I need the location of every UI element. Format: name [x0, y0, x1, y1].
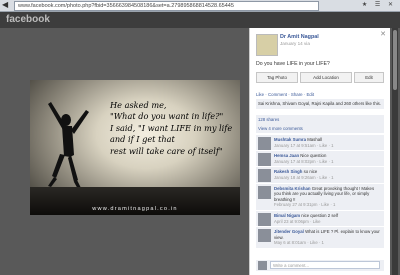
scrollbar[interactable]	[392, 28, 398, 275]
comment-time[interactable]: May 6 at 8:01am · Like · 1	[274, 240, 324, 245]
poster-name-link[interactable]: Dr Amit Nagpal	[280, 34, 319, 40]
photo-image[interactable]: He asked me, "What do you want in life?"…	[30, 80, 240, 215]
photo-caption: Do you have LIFE in your LIFE?	[256, 61, 330, 67]
comment-text: Mashall	[307, 137, 323, 142]
quote-line: "What do you want in life?"	[110, 111, 224, 122]
website-watermark: www.dramitnagpal.co.in	[92, 206, 178, 212]
avatar[interactable]	[258, 229, 271, 243]
comment-item: Rakesh Singh so nice January 18 at 9:26a…	[256, 166, 384, 183]
back-icon[interactable]: ◀	[2, 1, 10, 9]
avatar[interactable]	[258, 153, 271, 167]
post-date[interactable]: January 14 via	[280, 41, 310, 46]
add-location-button[interactable]: Add Location	[300, 72, 352, 83]
jumping-person-silhouette	[48, 102, 89, 191]
photo-side-panel: ✕ Dr Amit Nagpal January 14 via Do you h…	[249, 28, 390, 275]
comment-time[interactable]: January 17 at 8:02pm · Like · 1	[274, 159, 333, 164]
post-actions-links[interactable]: Like · Comment · Share · Edit	[256, 92, 314, 97]
commenter-name[interactable]: Mushtak Sumra	[274, 137, 306, 142]
edit-button[interactable]: Edit	[354, 72, 384, 83]
avatar	[258, 261, 267, 270]
quote-line: He asked me,	[110, 100, 167, 110]
facebook-header: facebook	[0, 12, 400, 28]
comment-time[interactable]: April 23 at 9:06pm · Like	[274, 219, 321, 224]
address-bar[interactable]: www.facebook.com/photo.php?fbid=35666398…	[14, 1, 319, 11]
avatar[interactable]	[258, 212, 271, 226]
avatar[interactable]	[258, 137, 271, 150]
quote-line: rest will take care of itself"	[110, 145, 223, 156]
commenter-name[interactable]: Rakesh Singh	[274, 169, 302, 174]
quote-line: I said, "I want LIFE in my life	[110, 122, 233, 133]
facebook-logo[interactable]: facebook	[6, 14, 50, 25]
commenter-name[interactable]: Hemsa Jaan	[274, 153, 299, 158]
comment-time[interactable]: February 27 at 9:31pm · Like · 1	[274, 202, 335, 207]
comment-item: Mushtak Sumra Mashall January 17 at 9:51…	[256, 134, 384, 151]
comment-text: so nice	[303, 169, 318, 175]
comment-time[interactable]: January 17 at 9:51am · Like · 1	[274, 143, 333, 148]
comment-item: Jitender Goyal What is LIFE ? Pl. explai…	[256, 226, 384, 248]
comment-item: Debsmita Krishan Great provoking thought…	[256, 182, 384, 210]
comment-text: Nice question	[300, 153, 327, 159]
quote-line: and if I get that	[110, 134, 175, 145]
browser-chrome: ◀ www.facebook.com/photo.php?fbid=356663…	[0, 0, 400, 12]
commenter-name[interactable]: Bimal Nigam	[274, 213, 300, 218]
comment-item: Bimal Nigam nice question 2 self April 2…	[256, 209, 384, 227]
comment-time[interactable]: January 18 at 9:26am · Like · 1	[274, 175, 333, 180]
commenter-name[interactable]: Debsmita Krishan	[274, 186, 311, 191]
comment-input[interactable]: Write a comment...	[270, 261, 380, 269]
browser-toolbar-icons[interactable]: ★ ☰ ✕	[362, 1, 396, 8]
write-comment-row: Write a comment...	[256, 260, 384, 271]
likes-summary[interactable]: Sai Krishna, Shivam Goyal, Rajni Kapila …	[256, 99, 384, 109]
shares-count[interactable]: 128 shares	[256, 115, 384, 124]
close-icon[interactable]: ✕	[380, 30, 386, 38]
scrollbar-thumb[interactable]	[393, 30, 397, 90]
comments-list: Mushtak Sumra Mashall January 17 at 9:51…	[256, 134, 384, 248]
comment-text: nice question 2 self	[301, 212, 339, 218]
photo-actions: Tag Photo Add Location Edit	[256, 72, 384, 83]
comment-item: Hemsa Jaan Nice question January 17 at 8…	[256, 150, 384, 167]
poster-avatar[interactable]	[256, 34, 278, 56]
commenter-name[interactable]: Jitender Goyal	[274, 229, 304, 234]
quote-text: He asked me, "What do you want in life?"…	[110, 100, 236, 157]
tag-photo-button[interactable]: Tag Photo	[256, 72, 298, 83]
avatar[interactable]	[258, 185, 271, 199]
avatar[interactable]	[258, 169, 271, 183]
view-more-comments-link[interactable]: View 4 more comments	[256, 124, 384, 133]
